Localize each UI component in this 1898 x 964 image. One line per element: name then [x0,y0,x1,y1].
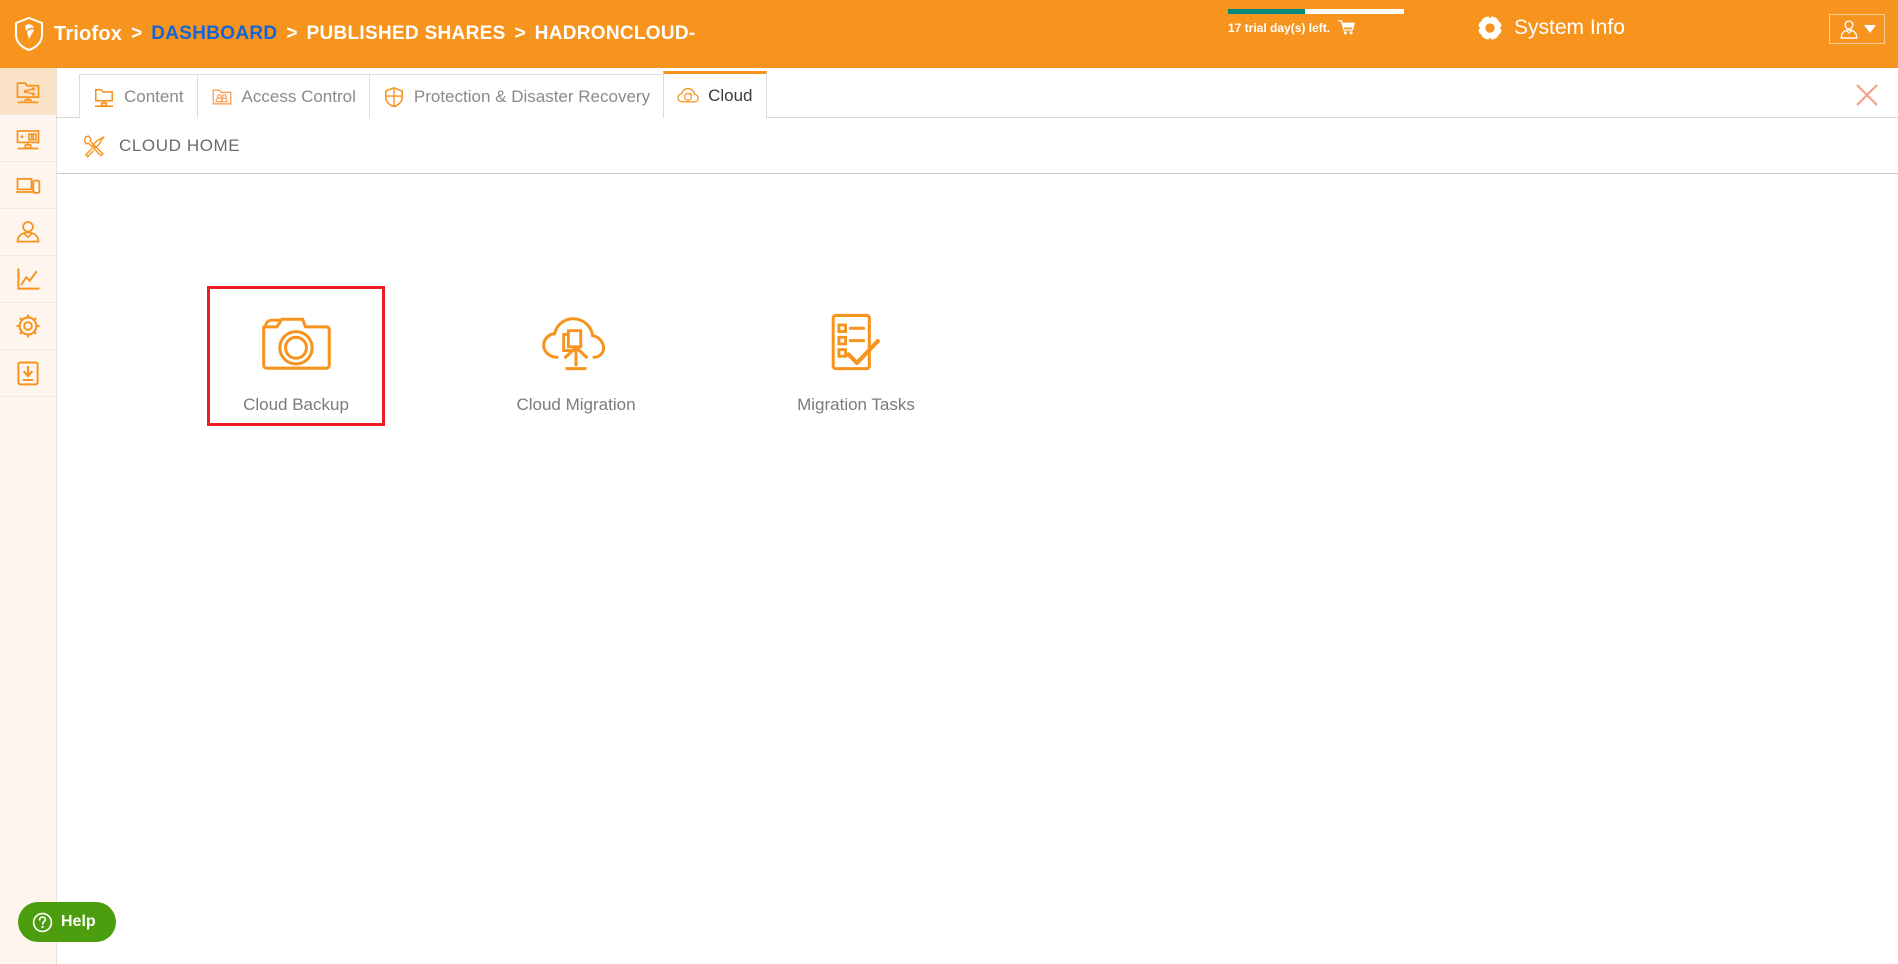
tab-protection-disaster-recovery[interactable]: Protection & Disaster Recovery [368,74,665,118]
cloud-sync-icon [677,87,699,103]
breadcrumb-hadroncloud[interactable]: HADRONCLOUD- [535,23,696,45]
sidebar-item-users[interactable] [0,209,56,256]
user-person-icon [16,221,40,243]
shield-icon [384,86,403,107]
checklist-clipboard-icon [831,313,880,371]
trial-days-label: 17 trial day(s) left. [1228,20,1331,35]
help-label: Help [61,913,96,930]
tab-access-control-label: Access Control [241,86,356,106]
sidebar-item-server-monitor[interactable] [0,115,56,162]
card-cloud-migration-label: Cloud Migration [516,395,636,414]
tab-list: Content Access Control Protection & Disa… [79,71,767,118]
gear-icon [1475,13,1505,43]
card-cloud-migration[interactable]: Cloud Migration [487,286,665,426]
tab-cloud-label: Cloud [708,86,753,105]
question-circle-icon [32,912,53,932]
folder-monitor-icon [94,88,114,107]
user-menu-button[interactable] [1829,14,1885,44]
sidebar-item-settings[interactable] [0,303,56,350]
tab-cloud[interactable]: Cloud [663,71,767,118]
cloud-upload-documents-icon [542,317,606,371]
line-chart-icon [17,268,40,290]
laptop-phone-devices-icon [15,178,41,194]
download-box-icon [17,361,39,386]
system-info-button[interactable]: System Info [1475,13,1625,43]
card-cloud-backup-label: Cloud Backup [243,395,349,414]
card-migration-tasks[interactable]: Migration Tasks [767,286,945,426]
breadcrumb-published-shares[interactable]: PUBLISHED SHARES [307,23,506,45]
trial-status-block: 17 trial day(s) left. [1228,9,1408,35]
trial-progress-fill [1228,9,1306,14]
sidebar-item-reports[interactable] [0,256,56,303]
tab-content[interactable]: Content [79,74,198,118]
user-icon [1840,20,1857,39]
tab-content-label: Content [124,86,184,106]
page-title: CLOUD HOME [119,135,241,155]
cloud-home-content: Cloud Backup Cloud Migration Migration T… [57,175,1898,964]
server-monitor-icon [16,130,40,150]
page-header-row: CLOUD HOME [57,118,1898,174]
tab-access-control[interactable]: Access Control [196,74,370,118]
sidebar-item-shared-folders[interactable] [0,68,56,115]
help-button[interactable]: Help [18,902,116,942]
card-migration-tasks-label: Migration Tasks [797,395,915,414]
shared-folder-network-icon [16,82,40,104]
trial-progress-bar [1228,9,1404,14]
folder-users-icon [212,88,231,105]
gear-settings-icon [16,314,40,338]
breadcrumb-dashboard[interactable]: DASHBOARD [151,23,277,45]
close-x-icon[interactable] [1854,82,1880,108]
breadcrumb-separator-3: > [514,23,526,44]
tools-wrench-screwdriver-icon [83,134,105,158]
top-bar: Triofox > DASHBOARD > PUBLISHED SHARES >… [0,0,1898,68]
caret-down-icon [1863,25,1876,33]
brand-breadcrumb-block: Triofox > DASHBOARD > PUBLISHED SHARES >… [0,0,696,68]
tab-protection-label: Protection & Disaster Recovery [413,86,651,106]
sidebar-item-devices[interactable] [0,162,56,209]
sidebar-item-downloads[interactable] [0,350,56,397]
camera-icon [262,317,331,370]
shopping-cart-icon[interactable] [1338,20,1355,35]
tab-strip: Content Access Control Protection & Disa… [57,68,1898,118]
shield-logo-icon [15,17,43,51]
card-cloud-backup[interactable]: Cloud Backup [207,286,385,426]
brand-name: Triofox [54,22,123,45]
breadcrumb-separator-1: > [131,23,143,44]
system-info-label: System Info [1514,16,1625,39]
cloud-option-cards: Cloud Backup Cloud Migration Migration T… [207,286,1047,426]
breadcrumb-separator-2: > [286,23,298,44]
left-sidebar [0,68,57,964]
